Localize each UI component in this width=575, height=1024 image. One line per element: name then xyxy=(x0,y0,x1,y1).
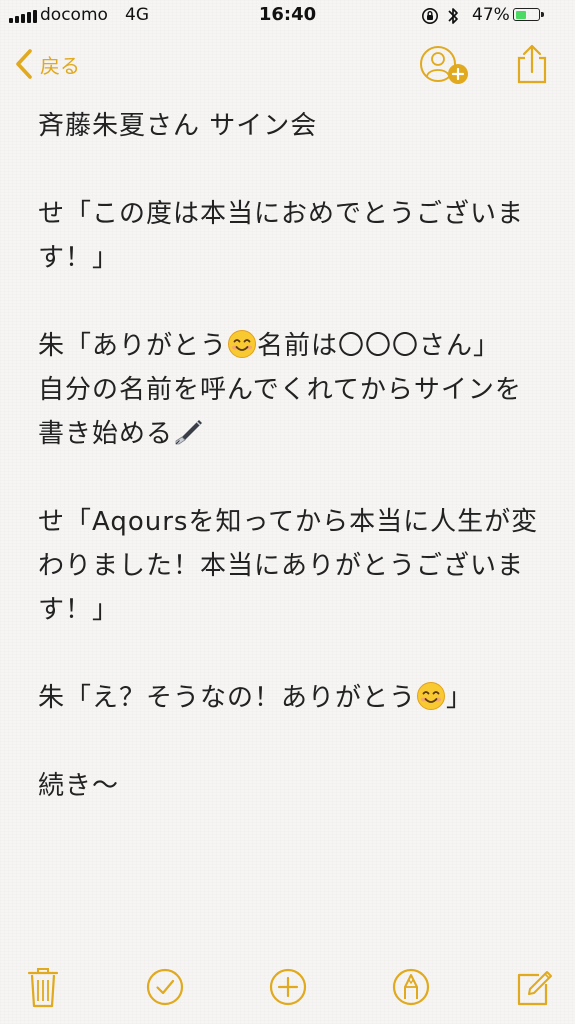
note-line: 自分の名前を呼んでくれてからサインを xyxy=(38,375,522,405)
markup-pen-icon[interactable] xyxy=(391,966,431,1008)
compose-icon[interactable] xyxy=(514,966,554,1008)
note-title: 斉藤朱夏さん サイン会 xyxy=(38,111,318,141)
rotation-lock-icon xyxy=(422,8,438,24)
note-line: す！」 xyxy=(38,243,120,273)
battery-icon xyxy=(513,8,544,21)
smiling-face-icon xyxy=(228,330,257,358)
smiling-face-icon xyxy=(417,682,446,710)
note-line: 続き〜 xyxy=(38,771,120,801)
battery-percent: 47% xyxy=(472,5,510,25)
share-icon[interactable] xyxy=(512,42,552,86)
chevron-left-icon xyxy=(16,49,32,79)
note-line: わりました！本当にありがとうございま xyxy=(38,551,525,581)
note-line: す！」 xyxy=(38,595,120,625)
note-line: せ「この度は本当におめでとうございま xyxy=(38,199,525,229)
bottom-toolbar xyxy=(0,966,575,1012)
navigation-bar: 戻る xyxy=(0,34,575,98)
note-line: 書き始める xyxy=(38,412,558,456)
fountain-pen-icon xyxy=(175,420,203,445)
note-line: 朱「え？そうなの！ありがとう 」 xyxy=(38,682,474,713)
back-button[interactable]: 戻る xyxy=(14,48,80,80)
plus-icon[interactable] xyxy=(268,966,308,1008)
note-body[interactable]: 斉藤朱夏さん サイン会 せ「この度は本当におめでとうございま す！」 朱「ありが… xyxy=(38,104,558,808)
note-line: せ「Aqoursを知ってから本当に人生が変 xyxy=(38,507,539,537)
status-bar: docomo 4G 16:40 47% xyxy=(0,0,575,34)
trash-icon[interactable] xyxy=(26,966,60,1008)
add-person-icon[interactable] xyxy=(418,44,474,88)
checkmark-icon[interactable] xyxy=(145,966,185,1008)
bluetooth-icon xyxy=(448,8,458,24)
note-line: 朱「ありがとう 名前は〇〇〇さん」 xyxy=(38,330,501,361)
back-label: 戻る xyxy=(40,53,80,78)
